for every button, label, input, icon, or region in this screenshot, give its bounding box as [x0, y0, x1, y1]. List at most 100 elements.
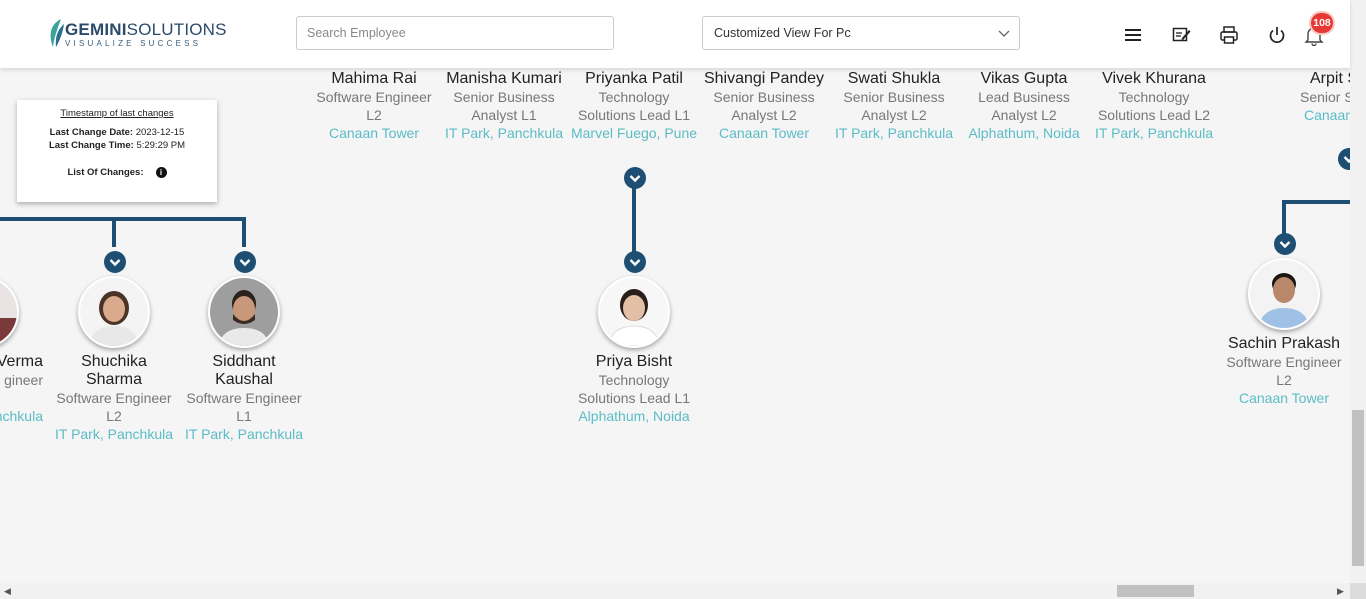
employee-role: Senior Business Analyst L2: [843, 89, 945, 123]
search-employee-input[interactable]: [296, 16, 614, 50]
employee-name: Priya Bisht: [595, 353, 673, 370]
employee-card[interactable]: Mahima Rai Software Engineer L2 Canaan T…: [309, 70, 439, 142]
employee-role: Senior S Engin: [1300, 89, 1350, 105]
timestamp-card: Timestamp of last changes Last Change Da…: [17, 100, 217, 202]
expand-toggle[interactable]: [624, 251, 646, 273]
gemini-logo[interactable]: GEMINISOLUTIONS VISUALIZE SUCCESS: [47, 18, 227, 50]
connector-line: [632, 182, 636, 254]
chevron-down-icon: [998, 30, 1010, 37]
avatar[interactable]: [598, 276, 670, 348]
employee-location: IT Park, Panchkula: [54, 426, 174, 442]
view-select-value: Customized View For Pc: [714, 26, 851, 40]
horizontal-scrollbar-thumb[interactable]: [1117, 585, 1194, 597]
person-photo-icon: [0, 278, 17, 346]
employee-name: Vivek Khurana: [1102, 70, 1206, 87]
expand-toggle[interactable]: [1274, 233, 1296, 255]
employee-card[interactable]: Vikas Gupta Lead Business Analyst L2 Alp…: [959, 70, 1089, 142]
info-icon[interactable]: i: [155, 167, 167, 178]
logo-brand-suffix: SOLUTIONS: [126, 20, 227, 39]
list-of-changes-label: List Of Changes:: [67, 167, 144, 179]
person-photo-icon: [80, 278, 148, 346]
menu-icon[interactable]: [1122, 24, 1144, 46]
employee-location: Alphathum, Noida: [968, 125, 1080, 141]
employee-role: Lead Business Analyst L2: [978, 89, 1070, 123]
employee-card[interactable]: Arpit S Senior S Engin Canaan: [1300, 70, 1350, 124]
chevron-down-icon: [1279, 241, 1291, 249]
employee-role: Technology Solutions Lead L1: [577, 372, 691, 406]
employee-role: gineer: [4, 372, 43, 388]
expand-toggle[interactable]: [1338, 148, 1350, 170]
chevron-down-icon: [1343, 156, 1350, 164]
leaf-logo-icon: [50, 19, 64, 47]
connector-line: [1282, 200, 1350, 204]
employee-location: IT Park, Panchkula: [1094, 125, 1214, 141]
employee-role: Software Engineer L2: [1226, 354, 1342, 388]
org-chart[interactable]: Timestamp of last changes Last Change Da…: [0, 68, 1350, 583]
employee-name: Swati Shukla: [847, 70, 941, 87]
view-select[interactable]: Customized View For Pc: [702, 16, 1020, 50]
employee-location: Canaan Tower: [328, 125, 420, 141]
person-photo-icon: [1250, 260, 1318, 328]
employee-name: Priyanka Patil: [585, 70, 683, 87]
timestamp-title: Timestamp of last changes: [60, 108, 174, 119]
employee-name: Siddhant Kaushal: [212, 353, 276, 388]
last-change-date-value: 2023-12-15: [135, 127, 185, 138]
employee-name: Vikas Gupta: [980, 70, 1068, 87]
scroll-left-arrow-icon[interactable]: ◀: [4, 586, 11, 597]
avatar[interactable]: [0, 276, 19, 348]
avatar[interactable]: [208, 276, 280, 348]
connector-line: [242, 217, 246, 247]
employee-location: Marvel Fuego, Pune: [570, 125, 698, 141]
avatar[interactable]: [1248, 258, 1320, 330]
employee-location: Canaan: [1304, 107, 1350, 123]
employee-card[interactable]: Sachin Prakash Software Engineer L2 Cana…: [1224, 335, 1344, 407]
employee-name: Arpit S: [1310, 70, 1350, 87]
employee-name: Manisha Kumari: [446, 70, 562, 87]
employee-location: Alphathum, Noida: [578, 408, 690, 424]
employee-location: IT Park, Panchkula: [184, 426, 304, 442]
person-photo-icon: [600, 278, 668, 346]
person-photo-icon: [210, 278, 278, 346]
chevron-down-icon: [109, 259, 121, 267]
top-header: GEMINISOLUTIONS VISUALIZE SUCCESS Custom…: [0, 0, 1350, 68]
employee-card[interactable]: Priyanka Patil Technology Solutions Lead…: [569, 70, 699, 142]
scroll-right-arrow-icon[interactable]: ▶: [1337, 586, 1344, 597]
connector-line: [0, 217, 246, 221]
employee-card[interactable]: Manisha Kumari Senior Business Analyst L…: [439, 70, 569, 142]
employee-name: Mahima Rai: [331, 70, 417, 87]
employee-location: Canaan Tower: [718, 125, 810, 141]
last-change-time-label: Last Change Time:: [48, 140, 134, 151]
vertical-scrollbar-thumb[interactable]: [1352, 410, 1364, 566]
employee-role: Senior Business Analyst L1: [453, 89, 555, 123]
employee-card[interactable]: Priya Bisht Technology Solutions Lead L1…: [569, 353, 699, 425]
logo-brand: GEMINI: [65, 20, 127, 39]
employee-name: Shuchika Sharma: [81, 353, 147, 388]
employee-name: Sachin Prakash: [1227, 335, 1341, 352]
expand-toggle[interactable]: [104, 251, 126, 273]
notification-badge[interactable]: 108: [1311, 13, 1333, 33]
print-icon[interactable]: [1218, 24, 1240, 46]
employee-role: Software Engineer L1: [186, 390, 302, 424]
employee-location: IT Park, Panchkula: [444, 125, 564, 141]
employee-role: Senior Business Analyst L2: [713, 89, 815, 123]
employee-card[interactable]: Verma gineer nchkula: [0, 353, 43, 425]
edit-note-icon[interactable]: [1170, 24, 1192, 46]
employee-role: Technology Solutions Lead L2: [1097, 89, 1211, 123]
logo-tagline: VISUALIZE SUCCESS: [65, 39, 202, 48]
employee-card[interactable]: Swati Shukla Senior Business Analyst L2 …: [829, 70, 959, 142]
employee-name: Verma: [0, 353, 43, 370]
employee-card[interactable]: Siddhant Kaushal Software Engineer L1 IT…: [184, 353, 304, 443]
employee-location: IT Park, Panchkula: [834, 125, 954, 141]
power-icon[interactable]: [1266, 24, 1288, 46]
employee-card[interactable]: Shuchika Sharma Software Engineer L2 IT …: [54, 353, 174, 443]
expand-toggle[interactable]: [624, 167, 646, 189]
employee-role: Technology Solutions Lead L1: [577, 89, 691, 123]
employee-location: Canaan Tower: [1238, 390, 1330, 406]
avatar[interactable]: [78, 276, 150, 348]
connector-line: [1282, 200, 1286, 236]
expand-toggle[interactable]: [234, 251, 256, 273]
last-change-date-label: Last Change Date:: [49, 127, 134, 138]
employee-role: Software Engineer L2: [316, 89, 432, 123]
employee-card[interactable]: Shivangi Pandey Senior Business Analyst …: [699, 70, 829, 142]
employee-card[interactable]: Vivek Khurana Technology Solutions Lead …: [1089, 70, 1219, 142]
